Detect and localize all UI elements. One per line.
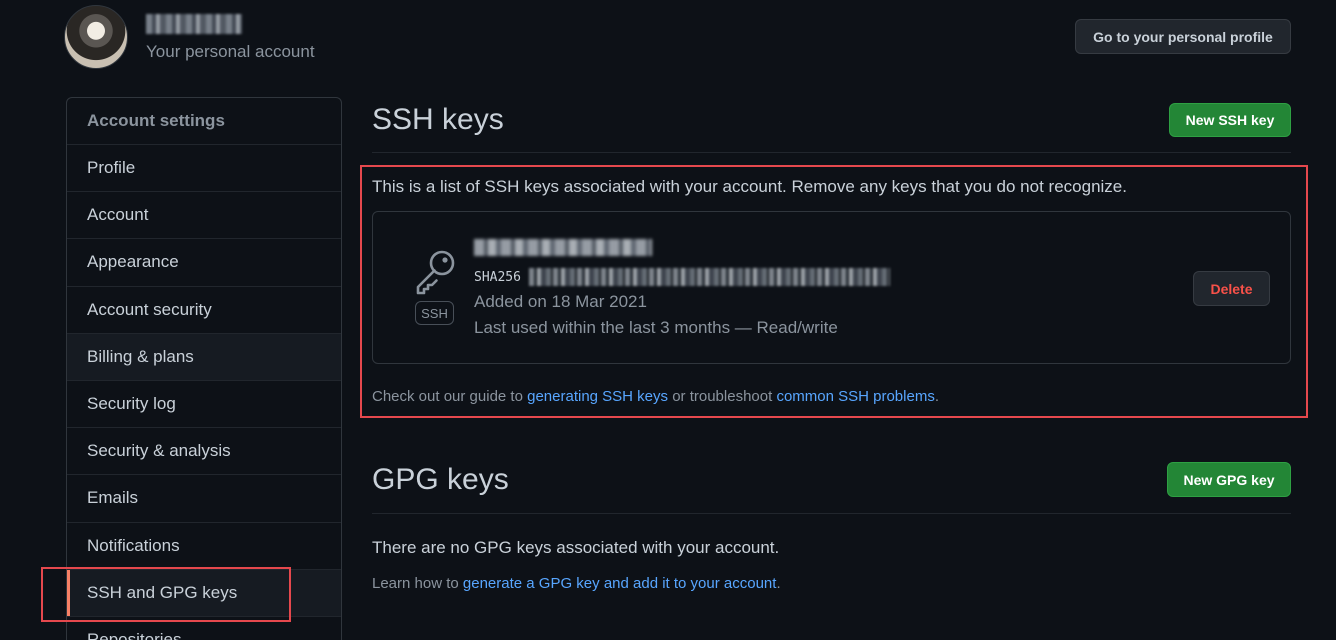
fingerprint-prefix: SHA256 [474, 270, 521, 285]
avatar[interactable] [64, 5, 128, 69]
username-redacted [146, 14, 242, 34]
sidebar-heading: Account settings [67, 98, 341, 145]
common-ssh-problems-link[interactable]: common SSH problems [776, 388, 934, 405]
sidebar-item-billing[interactable]: Billing & plans [67, 333, 341, 381]
new-gpg-key-button[interactable]: New GPG key [1167, 462, 1291, 497]
sidebar-item-appearance[interactable]: Appearance [67, 239, 341, 287]
ssh-keys-title: SSH keys [372, 103, 504, 136]
gpg-learn-text: Learn how to generate a GPG key and add … [372, 575, 781, 592]
fingerprint-redacted [529, 268, 890, 286]
sidebar-item-account-security[interactable]: Account security [67, 287, 341, 334]
account-subtitle: Your personal account [146, 42, 315, 61]
ssh-key-item: SSH SHA256 Added on 18 Mar 2021 Last use… [372, 211, 1291, 364]
generate-gpg-key-link[interactable]: generate a GPG key and add it to your ac… [463, 575, 777, 592]
settings-sidebar: Account settings Profile Account Appeara… [66, 97, 342, 640]
learn-suffix: . [776, 575, 781, 592]
sidebar-item-emails[interactable]: Emails [67, 475, 341, 523]
key-icon [416, 250, 455, 295]
generating-ssh-keys-link[interactable]: generating SSH keys [527, 388, 668, 405]
new-ssh-key-button[interactable]: New SSH key [1169, 103, 1291, 137]
sidebar-item-notifications[interactable]: Notifications [67, 523, 341, 570]
delete-key-button[interactable]: Delete [1193, 271, 1270, 306]
sidebar-item-repositories[interactable]: Repositories [67, 617, 341, 640]
page-header: Your personal account Go to your persona… [0, 0, 1336, 80]
key-last-used: Last used within the last 3 months — Rea… [474, 318, 838, 337]
go-to-profile-button[interactable]: Go to your personal profile [1075, 19, 1291, 54]
sidebar-item-security-log[interactable]: Security log [67, 381, 341, 429]
ssh-divider [372, 152, 1291, 153]
guide-prefix: Check out our guide to [372, 388, 528, 405]
guide-middle: or troubleshoot [668, 388, 777, 405]
guide-suffix: . [934, 388, 939, 405]
gpg-empty-text: There are no GPG keys associated with yo… [372, 538, 780, 557]
gpg-keys-title: GPG keys [372, 463, 509, 496]
ssh-badge: SSH [415, 301, 454, 325]
sidebar-item-profile[interactable]: Profile [67, 145, 341, 193]
key-title-redacted [474, 239, 652, 256]
gpg-divider [372, 513, 1291, 514]
ssh-intro-text: This is a list of SSH keys associated wi… [372, 177, 1127, 196]
learn-prefix: Learn how to [372, 575, 463, 592]
sidebar-item-account[interactable]: Account [67, 192, 341, 240]
sidebar-item-security-analysis[interactable]: Security & analysis [67, 428, 341, 476]
sidebar-item-ssh-gpg-keys[interactable]: SSH and GPG keys [67, 569, 341, 617]
ssh-guide-text: Check out our guide to generating SSH ke… [372, 388, 939, 405]
key-added-date: Added on 18 Mar 2021 [474, 292, 647, 311]
